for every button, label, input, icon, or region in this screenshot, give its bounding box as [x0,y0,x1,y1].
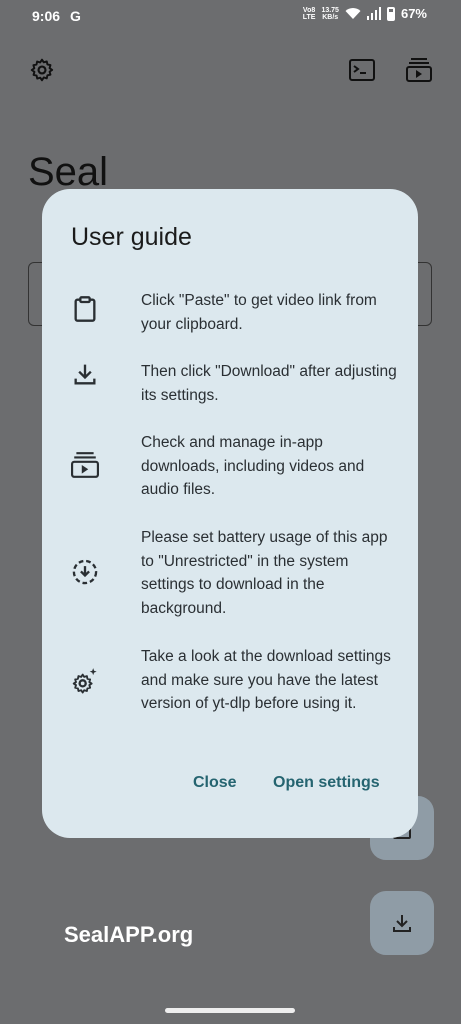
open-settings-button[interactable]: Open settings [273,774,380,792]
status-right: Vo8 LTE 13.75 KB/s 67% [303,6,427,21]
subscriptions-icon[interactable] [406,57,432,83]
network-label: Vo8 LTE [302,6,316,21]
subscriptions-icon [71,452,99,478]
battery-icon [386,6,395,21]
download-icon [74,364,96,385]
terminal-icon[interactable] [349,59,375,81]
status-bar: 9:06 G Vo8 LTE 13.75 KB/s 67% [0,0,461,34]
clipboard-icon [74,296,96,322]
wifi-icon [345,8,361,19]
signal-icon [366,7,381,20]
home-indicator[interactable] [165,1008,295,1013]
user-guide-dialog: User guide Click "Paste" to get video li… [42,189,418,838]
dialog-title: User guide [71,223,192,251]
guide-item-download: Then click "Download" after adjusting it… [71,360,401,407]
close-button[interactable]: Close [193,774,237,792]
status-time: 9:06 [32,8,61,24]
guide-item-paste: Click "Paste" to get video link from you… [71,289,401,336]
download-fab[interactable] [370,891,434,955]
settings-sparkle-icon [72,668,97,694]
google-icon: G [70,8,81,24]
battery-download-icon [72,559,98,585]
download-fab-icon [393,915,411,932]
guide-item-text: Click "Paste" to get video link from you… [141,292,377,333]
battery-percent: 67% [400,6,427,21]
watermark-text: SealAPP.org [64,922,194,947]
guide-item-text: Take a look at the download settings and… [141,648,391,712]
settings-gear-icon[interactable] [29,57,55,83]
network-speed: 13.75 KB/s [321,6,339,21]
guide-item-battery: Please set battery usage of this app to … [71,526,401,620]
guide-item-text: Please set battery usage of this app to … [141,529,388,617]
guide-item-settings: Take a look at the download settings and… [71,645,401,716]
guide-item-text: Then click "Download" after adjusting it… [141,363,397,404]
guide-item-manage: Check and manage in-app downloads, inclu… [71,431,401,502]
guide-item-text: Check and manage in-app downloads, inclu… [141,434,365,498]
